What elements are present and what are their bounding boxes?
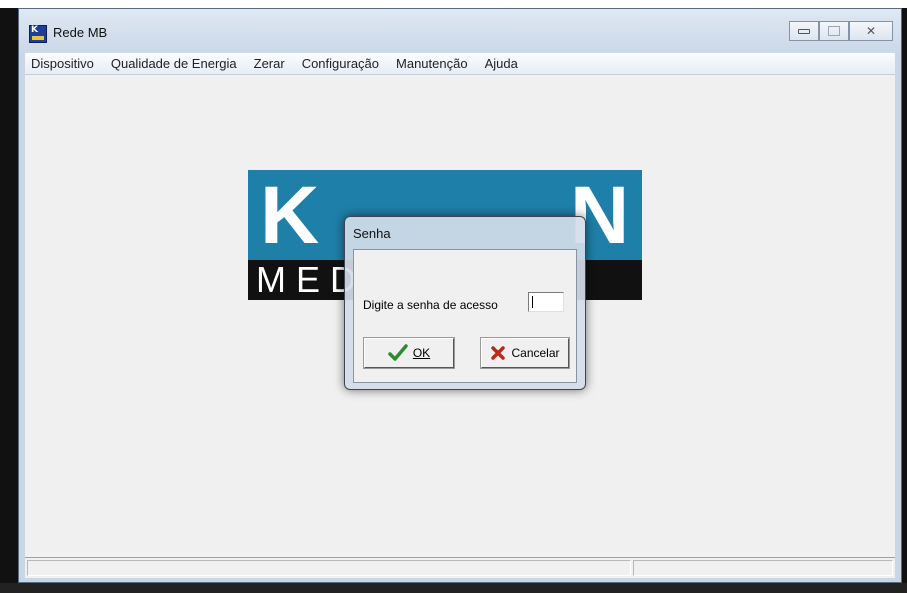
- maximize-button[interactable]: [819, 21, 849, 41]
- window-title: Rede MB: [53, 25, 108, 40]
- x-icon: [491, 346, 506, 360]
- text-caret: [532, 296, 533, 308]
- app-icon[interactable]: K: [29, 25, 47, 43]
- status-panel-main: [27, 560, 631, 576]
- title-bar[interactable]: K Rede MB ✕: [19, 9, 901, 53]
- password-prompt-label: Digite a senha de acesso: [363, 298, 498, 312]
- check-icon: [388, 344, 408, 361]
- password-input[interactable]: [528, 292, 564, 312]
- dialog-body: Digite a senha de acesso OK Cancelar: [353, 249, 577, 383]
- maximize-icon: [828, 26, 840, 36]
- close-icon: ✕: [865, 24, 877, 38]
- menu-zerar[interactable]: Zerar: [254, 56, 285, 71]
- screen-top-edge: [0, 0, 907, 8]
- menu-configuracao[interactable]: Configuração: [302, 56, 379, 71]
- dialog-title: Senha: [353, 226, 391, 241]
- menu-manutencao[interactable]: Manutenção: [396, 56, 468, 71]
- menu-dispositivo[interactable]: Dispositivo: [31, 56, 94, 71]
- password-dialog: Senha Digite a senha de acesso OK Cancel…: [344, 216, 586, 390]
- screen-left-edge: [0, 8, 18, 593]
- cancel-button-label: Cancelar: [511, 346, 560, 360]
- status-panel-secondary: [633, 560, 893, 576]
- status-bar: [25, 557, 895, 578]
- minimize-icon: [798, 28, 810, 34]
- menu-bar: Dispositivo Qualidade de Energia Zerar C…: [25, 53, 895, 75]
- minimize-button[interactable]: [789, 21, 819, 41]
- ok-button[interactable]: OK: [363, 337, 455, 369]
- menu-ajuda[interactable]: Ajuda: [485, 56, 518, 71]
- screen-bottom-edge: [0, 583, 907, 593]
- screen-right-edge: [902, 8, 907, 593]
- cancel-button[interactable]: Cancelar: [480, 337, 570, 369]
- logo-letter-k: K: [260, 170, 320, 261]
- close-button[interactable]: ✕: [849, 21, 893, 41]
- window-controls: ✕: [789, 21, 893, 41]
- ok-button-label: OK: [412, 346, 431, 360]
- menu-qualidade-de-energia[interactable]: Qualidade de Energia: [111, 56, 237, 71]
